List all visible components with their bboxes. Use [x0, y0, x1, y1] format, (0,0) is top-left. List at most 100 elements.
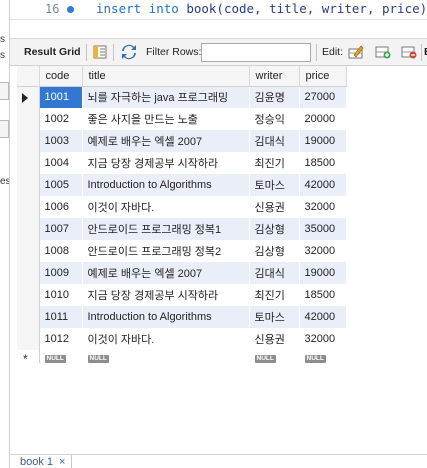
cell-price[interactable]: 42000: [299, 174, 347, 196]
table-row[interactable]: 1012 이것이 자바다. 신용권 32000: [17, 328, 347, 350]
result-grid[interactable]: code title writer price 1001 뇌를 자극하는 java…: [17, 66, 347, 363]
new-cell-price[interactable]: NULL: [299, 350, 347, 363]
table-row[interactable]: 1004 지금 당장 경제공부 시작하라 최진기 18500: [17, 152, 347, 174]
cell-price[interactable]: 18500: [299, 284, 347, 306]
table-row[interactable]: 1005 Introduction to Algorithms 토마스 42000: [17, 174, 347, 196]
table-row[interactable]: 1001 뇌를 자극하는 java 프로그래밍 김윤명 27000: [17, 86, 347, 108]
column-header-price[interactable]: price: [299, 66, 347, 87]
cell-code[interactable]: 1011: [39, 306, 83, 328]
cell-price[interactable]: 19000: [299, 130, 347, 152]
sidebar-input-edge[interactable]: [0, 120, 9, 138]
cell-writer[interactable]: 토마스: [249, 174, 300, 196]
cell-writer[interactable]: 김대식: [249, 130, 300, 152]
delete-row-icon[interactable]: [401, 39, 417, 65]
cell-code[interactable]: 1005: [39, 174, 83, 196]
row-header[interactable]: [17, 108, 40, 130]
row-header[interactable]: [17, 306, 40, 328]
cell-code[interactable]: 1003: [39, 130, 83, 152]
sidebar-input-edge[interactable]: [0, 82, 9, 100]
cell-title[interactable]: Introduction to Algorithms: [82, 306, 250, 328]
cell-title[interactable]: 좋은 사지을 만드는 노출: [82, 108, 250, 130]
column-header-code[interactable]: code: [39, 66, 83, 87]
row-header[interactable]: [17, 218, 40, 240]
table-row[interactable]: 1006 이것이 자바다. 신용권 32000: [17, 196, 347, 218]
cell-code[interactable]: 1001: [39, 86, 83, 108]
sidebar-fragment: s: [0, 34, 5, 45]
row-header[interactable]: [17, 152, 40, 174]
form-view-icon[interactable]: [93, 39, 107, 65]
cell-writer[interactable]: 최진기: [249, 152, 300, 174]
code-line[interactable]: insert into book(code, title, writer, pr…: [96, 1, 427, 16]
null-badge: NULL: [87, 355, 109, 363]
cell-writer[interactable]: 정승익: [249, 108, 300, 130]
cell-title[interactable]: 뇌를 자극하는 java 프로그래밍: [82, 86, 250, 108]
cell-code[interactable]: 1006: [39, 196, 83, 218]
column-header-writer[interactable]: writer: [249, 66, 300, 87]
refresh-icon[interactable]: [121, 39, 137, 65]
cell-code[interactable]: 1010: [39, 284, 83, 306]
row-header[interactable]: [17, 240, 40, 262]
table-row[interactable]: 1003 예제로 배우는 엑셀 2007 김대식 19000: [17, 130, 347, 152]
result-grid-button[interactable]: Result Grid: [24, 39, 81, 65]
table-row[interactable]: 1007 안드로이드 프로그래밍 정복1 김상형 35000: [17, 218, 347, 240]
result-tab[interactable]: book 1 ×: [14, 455, 73, 468]
row-header[interactable]: [17, 196, 40, 218]
cell-writer[interactable]: 김상형: [249, 240, 300, 262]
row-header[interactable]: [17, 328, 40, 350]
cell-price[interactable]: 32000: [299, 196, 347, 218]
cell-title[interactable]: 이것이 자바다.: [82, 328, 250, 350]
row-header[interactable]: [17, 174, 40, 196]
cell-price[interactable]: 32000: [299, 328, 347, 350]
cell-title[interactable]: Introduction to Algorithms: [82, 174, 250, 196]
new-row[interactable]: * NULL NULL NULL NULL: [17, 350, 347, 363]
cell-title[interactable]: 안드로이드 프로그래밍 정복2: [82, 240, 250, 262]
table-row[interactable]: 1002 좋은 사지을 만드는 노출 정승익 20000: [17, 108, 347, 130]
sql-editor[interactable]: 16 insert into book(code, title, writer,…: [10, 0, 427, 20]
cell-title[interactable]: 예제로 배우는 엑셀 2007: [82, 130, 250, 152]
cell-code[interactable]: 1007: [39, 218, 83, 240]
cell-title[interactable]: 안드로이드 프로그래밍 정복1: [82, 218, 250, 240]
cell-writer[interactable]: 토마스: [249, 306, 300, 328]
current-row-arrow-icon: [22, 92, 28, 103]
cell-code[interactable]: 1004: [39, 152, 83, 174]
cell-price[interactable]: 20000: [299, 108, 347, 130]
edit-row-icon[interactable]: [348, 39, 364, 65]
row-header[interactable]: *: [17, 350, 40, 363]
line-number: 16: [45, 2, 60, 16]
table-row[interactable]: 1009 예제로 배우는 엑셀 2007 김대식 19000: [17, 262, 347, 284]
row-header[interactable]: [17, 262, 40, 284]
cell-price[interactable]: 27000: [299, 86, 347, 108]
cell-writer[interactable]: 김상형: [249, 218, 300, 240]
cell-writer[interactable]: 김대식: [249, 262, 300, 284]
row-header[interactable]: [17, 284, 40, 306]
cell-writer[interactable]: 신용권: [249, 328, 300, 350]
cell-code[interactable]: 1012: [39, 328, 83, 350]
close-icon[interactable]: ×: [59, 455, 65, 468]
cell-price[interactable]: 32000: [299, 240, 347, 262]
cell-title[interactable]: 지금 당장 경제공부 시작하라: [82, 284, 250, 306]
cell-writer[interactable]: 신용권: [249, 196, 300, 218]
cell-price[interactable]: 18500: [299, 152, 347, 174]
cell-code[interactable]: 1008: [39, 240, 83, 262]
cell-title[interactable]: 지금 당장 경제공부 시작하라: [82, 152, 250, 174]
table-row[interactable]: 1010 지금 당장 경제공부 시작하라 최진기 18500: [17, 284, 347, 306]
filter-rows-input[interactable]: [201, 43, 311, 62]
cell-writer[interactable]: 김윤명: [249, 86, 300, 108]
column-header-title[interactable]: title: [82, 66, 250, 87]
cell-code[interactable]: 1002: [39, 108, 83, 130]
row-header[interactable]: [17, 86, 40, 108]
cell-price[interactable]: 42000: [299, 306, 347, 328]
new-cell-code[interactable]: NULL: [39, 350, 83, 363]
cell-price[interactable]: 35000: [299, 218, 347, 240]
cell-price[interactable]: 19000: [299, 262, 347, 284]
cell-code[interactable]: 1009: [39, 262, 83, 284]
new-cell-writer[interactable]: NULL: [249, 350, 300, 363]
cell-title[interactable]: 이것이 자바다.: [82, 196, 250, 218]
row-header[interactable]: [17, 130, 40, 152]
table-row[interactable]: 1008 안드로이드 프로그래밍 정복2 김상형 32000: [17, 240, 347, 262]
insert-row-icon[interactable]: [375, 39, 391, 65]
new-cell-title[interactable]: NULL: [82, 350, 250, 363]
table-row[interactable]: 1011 Introduction to Algorithms 토마스 42000: [17, 306, 347, 328]
cell-title[interactable]: 예제로 배우는 엑셀 2007: [82, 262, 250, 284]
cell-writer[interactable]: 최진기: [249, 284, 300, 306]
